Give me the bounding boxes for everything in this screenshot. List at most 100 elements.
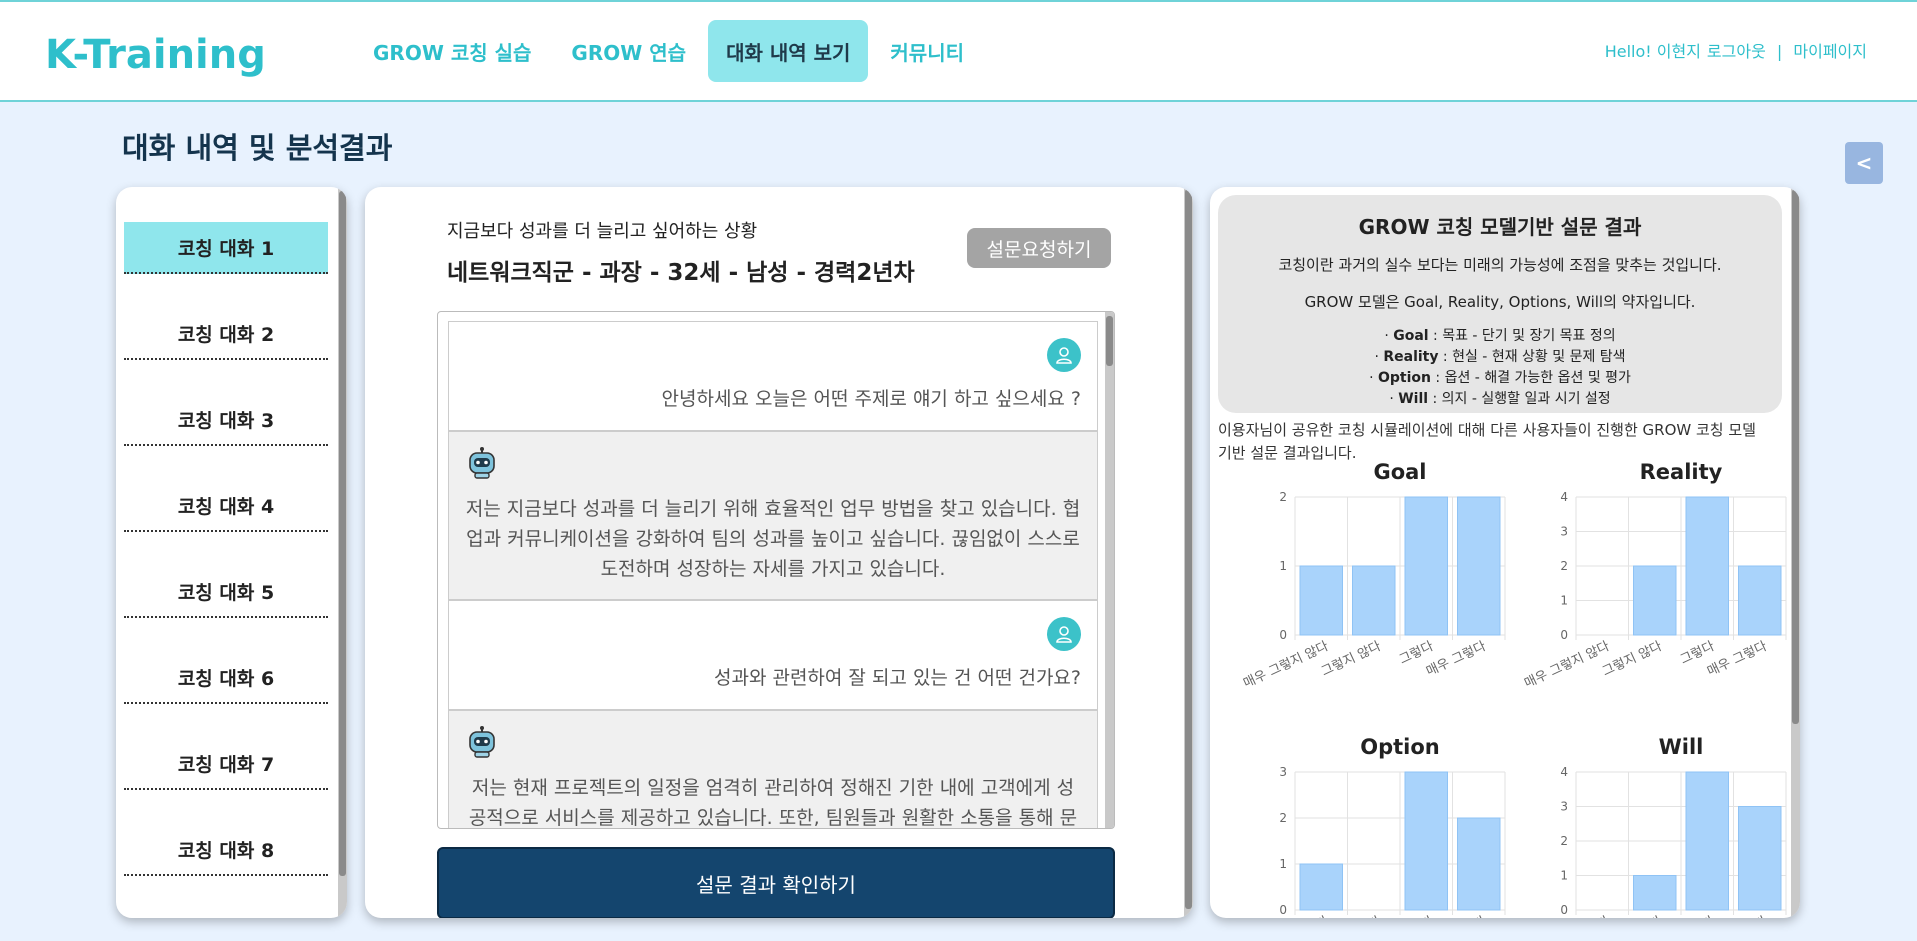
user-area: Hello! 이현지 로그아웃 | 마이페이지	[1602, 38, 1870, 62]
x-category-label: 그렇지 않다	[1319, 639, 1383, 680]
chart-goal: Goal012매우 그렇지 않다그렇지 않다 그렇다매우 그렇다	[1241, 462, 1506, 692]
bar-goal-2	[1352, 565, 1396, 636]
results-title: GROW 코칭 모델기반 설문 결과	[1358, 215, 1642, 239]
grow-definitions: · Goal : 목표 - 단기 및 장기 목표 정의 · Reality : …	[1218, 326, 1782, 410]
separator: |	[1776, 42, 1783, 61]
y-tick-label: 2	[1279, 811, 1287, 825]
bar-will-3	[1685, 771, 1729, 911]
y-tick-label: 2	[1560, 559, 1568, 573]
main-nav: GROW 코칭 실습 GROW 연습 대화 내역 보기 커뮤니티	[355, 20, 986, 82]
persona-profile: 네트워크직군 - 과장 - 32세 - 남성 - 경력2년차	[447, 260, 915, 286]
y-tick-label: 3	[1279, 765, 1287, 779]
chart-option: Option0123매우 그렇지 않다그렇지 않다그렇다매우 그렇다	[1241, 735, 1506, 918]
results-panel: GROW 코칭 모델기반 설문 결과 코칭이란 과거의 실수 보다는 미래의 가…	[1210, 187, 1800, 918]
nav-community[interactable]: 커뮤니티	[872, 20, 982, 82]
x-category-label: 매우 그렇다	[1705, 639, 1769, 680]
situation-text: 지금보다 성과를 더 늘리고 싶어하는 상황	[447, 221, 758, 242]
y-tick-label: 1	[1279, 559, 1287, 573]
nav-grow-practice[interactable]: GROW 코칭 실습	[355, 20, 549, 82]
user-message: 안녕하세요 오늘은 어떤 주제로 얘기 하고 싶으세요 ?	[448, 321, 1098, 431]
session-item-7[interactable]: 코칭 대화 7	[124, 738, 328, 790]
bar-goal-4	[1457, 496, 1501, 636]
session-item-4[interactable]: 코칭 대화 4	[124, 480, 328, 532]
session-item-6[interactable]: 코칭 대화 6	[124, 652, 328, 704]
grow-info-card: GROW 코칭 모델기반 설문 결과 코칭이란 과거의 실수 보다는 미래의 가…	[1218, 195, 1782, 413]
y-tick-label: 2	[1560, 834, 1568, 848]
definition-option: · Option : 옵션 - 해결 가능한 옵션 및 평가	[1369, 370, 1631, 386]
user-avatar-icon	[1047, 338, 1081, 372]
user-avatar-icon	[1047, 617, 1081, 651]
x-category-label: 그렇지 않다	[1600, 914, 1664, 918]
results-panel-scrollbar[interactable]	[1791, 187, 1800, 918]
y-tick-label: 1	[1560, 869, 1568, 883]
view-survey-results-button[interactable]: 설문 결과 확인하기	[437, 847, 1115, 918]
bot-message: 저는 현재 프로젝트의 일정을 엄격히 관리하여 정해진 기한 내에 고객에게 …	[448, 710, 1098, 829]
user-message: 성과와 관련하여 잘 되고 있는 건 어떤 건가요?	[448, 600, 1098, 710]
session-list-scrollbar[interactable]	[338, 187, 347, 918]
message-text: 저는 현재 프로젝트의 일정을 엄격히 관리하여 정해진 기한 내에 고객에게 …	[468, 777, 1078, 829]
x-category-label: 그렇다	[1397, 914, 1436, 918]
mypage-link[interactable]: 마이페이지	[1793, 42, 1867, 61]
message-text: 성과와 관련하여 잘 되고 있는 건 어떤 건가요?	[713, 667, 1081, 689]
chart-title: Reality	[1640, 462, 1723, 484]
logo[interactable]: K-Training	[45, 32, 266, 78]
y-tick-label: 0	[1560, 628, 1568, 642]
x-category-label: 매우 그렇다	[1705, 914, 1769, 918]
top-header: K-Training GROW 코칭 실습 GROW 연습 대화 내역 보기 커…	[0, 0, 1917, 102]
y-tick-label: 4	[1560, 490, 1568, 504]
session-list-panel: 코칭 대화 1 코칭 대화 2 코칭 대화 3 코칭 대화 4 코칭 대화 5 …	[116, 187, 347, 918]
robot-avatar-icon	[465, 725, 499, 759]
definition-reality: · Reality : 현실 - 현재 상황 및 문제 탐색	[1374, 349, 1626, 365]
bar-reality-3	[1685, 496, 1729, 636]
bar-option-3	[1404, 771, 1448, 911]
x-category-label: 매우 그렇다	[1424, 914, 1488, 918]
bar-reality-4	[1738, 565, 1782, 636]
coaching-description: 코칭이란 과거의 실수 보다는 미래의 가능성에 조점을 맞추는 것입니다.	[1278, 256, 1722, 274]
survey-request-button[interactable]: 설문요청하기	[967, 228, 1111, 268]
x-category-label: 매우 그렇다	[1424, 639, 1488, 680]
y-tick-label: 3	[1560, 525, 1568, 539]
conversation-panel-scrollbar[interactable]	[1184, 187, 1193, 918]
survey-charts: Goal012매우 그렇지 않다그렇지 않다 그렇다매우 그렇다Reality01…	[1241, 462, 1787, 918]
x-category-label: 그렇지 않다	[1600, 639, 1664, 680]
logout-link[interactable]: 로그아웃	[1707, 42, 1766, 61]
bar-option-4	[1457, 817, 1501, 911]
message-text: 안녕하세요 오늘은 어떤 주제로 얘기 하고 싶으세요 ?	[661, 388, 1081, 410]
grow-description: GROW 모델은 Goal, Reality, Options, Will의 약…	[1304, 293, 1696, 311]
chart-title: Goal	[1373, 462, 1426, 484]
definition-goal: · Goal : 목표 - 단기 및 장기 목표 정의	[1384, 328, 1616, 344]
chart-title: Option	[1360, 735, 1440, 759]
y-tick-label: 1	[1560, 594, 1568, 608]
bar-goal-3	[1404, 496, 1448, 636]
x-category-label: 매우 그렇지 않다	[1522, 639, 1612, 691]
bar-goal-1	[1299, 565, 1343, 636]
survey-intro-text: 이용자님이 공유한 코칭 시뮬레이션에 대해 다른 사용자들이 진행한 GROW…	[1218, 421, 1756, 462]
x-category-label: 그렇지 않다	[1319, 914, 1383, 918]
y-tick-label: 4	[1560, 765, 1568, 779]
robot-avatar-icon	[465, 446, 499, 480]
session-item-3[interactable]: 코칭 대화 3	[124, 394, 328, 446]
y-tick-label: 2	[1279, 490, 1287, 504]
y-tick-label: 0	[1279, 628, 1287, 642]
session-item-2[interactable]: 코칭 대화 2	[124, 308, 328, 360]
bar-reality-2	[1633, 565, 1677, 636]
chat-log[interactable]: 안녕하세요 오늘은 어떤 주제로 얘기 하고 싶으세요 ? 저는 지금보다 성과…	[437, 311, 1115, 829]
y-tick-label: 0	[1560, 903, 1568, 917]
x-category-label: 그렇다	[1678, 914, 1717, 918]
collapse-panel-button[interactable]: <	[1845, 142, 1883, 184]
chat-scrollbar[interactable]	[1105, 312, 1114, 828]
y-tick-label: 3	[1560, 800, 1568, 814]
bar-will-4	[1738, 806, 1782, 911]
chart-title: Will	[1659, 735, 1704, 759]
session-list: 코칭 대화 1 코칭 대화 2 코칭 대화 3 코칭 대화 4 코칭 대화 5 …	[124, 222, 328, 910]
session-item-5[interactable]: 코칭 대화 5	[124, 566, 328, 618]
greeting-text: Hello! 이현지	[1604, 42, 1701, 61]
nav-history[interactable]: 대화 내역 보기	[708, 20, 869, 82]
bar-will-2	[1633, 875, 1677, 911]
nav-grow-exercise[interactable]: GROW 연습	[553, 20, 704, 82]
definition-will: · Will : 의지 - 실행할 일과 시기 설정	[1389, 391, 1611, 407]
conversation-panel: 지금보다 성과를 더 늘리고 싶어하는 상황 네트워크직군 - 과장 - 32세…	[365, 187, 1193, 918]
session-item-8[interactable]: 코칭 대화 8	[124, 824, 328, 876]
chart-reality: Reality01234매우 그렇지 않다그렇지 않다 그렇다매우 그렇다	[1522, 462, 1787, 692]
session-item-1[interactable]: 코칭 대화 1	[124, 222, 328, 274]
